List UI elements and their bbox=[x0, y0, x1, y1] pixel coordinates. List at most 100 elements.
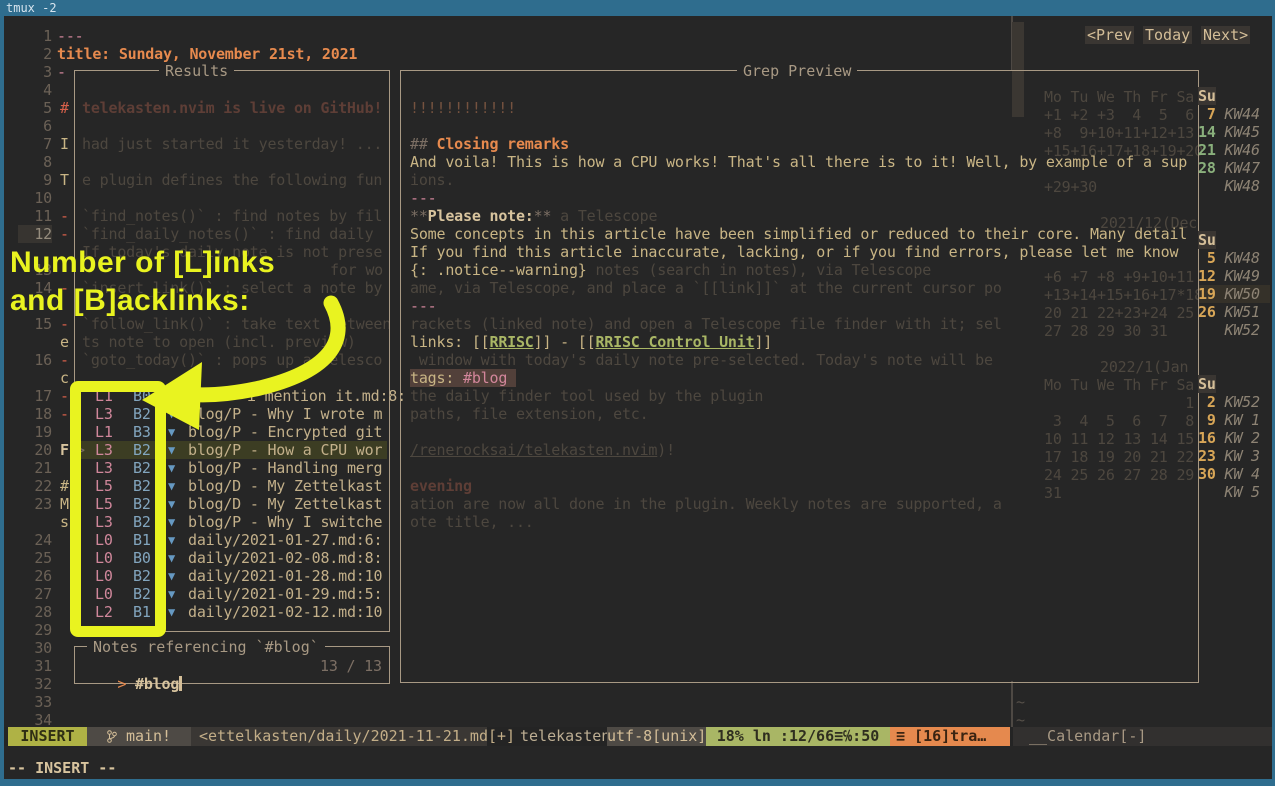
calendar-day[interactable] bbox=[1198, 321, 1216, 339]
calendar-week-number: KW52 bbox=[1216, 393, 1260, 411]
down-arrow-icon: ▼ bbox=[168, 423, 175, 441]
statusbar: INSERT main! <ettelkasten/daily/2021-11-… bbox=[4, 727, 1272, 746]
result-item-label[interactable]: blog/P - Handling merg bbox=[188, 459, 382, 477]
calendar-day[interactable]: 16 bbox=[1198, 429, 1216, 447]
calendar-prev-button[interactable]: <Prev bbox=[1085, 26, 1134, 44]
calendar-day[interactable]: 7 bbox=[1198, 105, 1216, 123]
calendar-statusline: __Calendar[-] bbox=[1013, 727, 1272, 746]
buffer-margin-char: - bbox=[60, 225, 69, 243]
calendar-day[interactable]: 19 bbox=[1198, 285, 1216, 303]
result-item-label[interactable]: daily/2021-01-27.md:6: bbox=[188, 531, 382, 549]
text-span: paths, file extension, etc. bbox=[410, 405, 648, 423]
line-number: 9 bbox=[18, 171, 52, 189]
prompt-panel-title: Notes referencing `#blog` bbox=[87, 638, 325, 656]
annotation-text-line2: and [B]acklinks: bbox=[10, 284, 250, 318]
calendar-week-number: KW49 bbox=[1216, 267, 1260, 285]
result-item-label[interactable]: daily/2021-01-29.md:5: bbox=[188, 585, 382, 603]
calendar-day[interactable]: 23 bbox=[1198, 447, 1216, 465]
preview-line: paths, file extension, etc. bbox=[410, 405, 648, 423]
text-span: ote title, ... bbox=[410, 513, 534, 531]
calendar-day[interactable]: 5 bbox=[1198, 249, 1216, 267]
calendar-day[interactable]: 9 bbox=[1198, 411, 1216, 429]
calendar-sunday-header: Su bbox=[1198, 87, 1216, 105]
calendar-week-row: KW52 bbox=[1198, 321, 1260, 339]
preview-line: rackets (linked note) and open a Telesco… bbox=[410, 315, 1002, 333]
calendar-day[interactable]: 30 bbox=[1198, 465, 1216, 483]
down-arrow-icon: ▼ bbox=[168, 513, 175, 531]
text-span: ation are now all done in the plugin. We… bbox=[410, 495, 1002, 513]
result-item-label[interactable]: blog/P - How a CPU wor bbox=[188, 441, 382, 459]
tmux-window: tmux -2 <Prev Today Next> Results Grep P… bbox=[0, 0, 1275, 786]
calendar-day[interactable]: 14 bbox=[1198, 123, 1216, 141]
preview-line: --- bbox=[410, 297, 437, 315]
mode-indicator: INSERT bbox=[8, 727, 87, 746]
preview-line: evening bbox=[410, 477, 472, 495]
calendar-day[interactable]: 12 bbox=[1198, 267, 1216, 285]
calendar-week-number: KW48 bbox=[1216, 177, 1260, 195]
calendar-week-number: KW48 bbox=[1216, 249, 1260, 267]
text-span: ions. bbox=[410, 171, 454, 189]
result-item-label[interactable]: blog/D - My Zettelkast bbox=[188, 477, 382, 495]
down-arrow-icon: ▼ bbox=[168, 441, 175, 459]
calendar-today-button[interactable]: Today bbox=[1143, 26, 1192, 44]
prompt-caret: > bbox=[117, 675, 126, 693]
preview-line: ation are now all done in the plugin. We… bbox=[410, 495, 1002, 513]
buffer-margin-char: F bbox=[60, 441, 69, 459]
text-span: ]] bbox=[754, 333, 772, 351]
calendar-day[interactable]: 21 bbox=[1198, 141, 1216, 159]
line-number: 29 bbox=[18, 621, 52, 639]
search-query[interactable]: #blog bbox=[135, 675, 179, 693]
down-arrow-icon: ▼ bbox=[168, 387, 175, 405]
preview-line: ote title, ... bbox=[410, 513, 534, 531]
buffer-margin-char: # bbox=[60, 477, 69, 495]
line-number: 3 bbox=[18, 63, 52, 81]
result-item-label[interactable]: daily/2021-02-08.md:8: bbox=[188, 549, 382, 567]
search-prompt[interactable]: > #blog bbox=[82, 657, 182, 711]
text-span: ]] - [[ bbox=[534, 333, 596, 351]
calendar-day[interactable] bbox=[1198, 177, 1216, 195]
down-arrow-icon: ▼ bbox=[168, 531, 175, 549]
text-span: ame, via Telescope, and place a `[[link]… bbox=[410, 279, 1002, 297]
text-span: ** bbox=[534, 207, 552, 225]
preview-line: ## Closing remarks bbox=[410, 135, 569, 153]
calendar-week-row: 21 KW46 bbox=[1198, 141, 1260, 159]
text-span: evening bbox=[410, 477, 472, 495]
grep-preview-title: Grep Preview bbox=[737, 62, 857, 80]
calendar-day[interactable]: 26 bbox=[1198, 303, 1216, 321]
result-item-label[interactable]: blog/D - My Zettelkast bbox=[188, 495, 382, 513]
text-span: And voila! This is how a CPU works! That… bbox=[410, 153, 1187, 171]
calendar-day[interactable] bbox=[1198, 483, 1216, 501]
preview-line: the daily finder tool used by the plugin bbox=[410, 387, 763, 405]
down-arrow-icon: ▼ bbox=[168, 549, 175, 567]
calendar-week-number: KW51 bbox=[1216, 303, 1260, 321]
text-span: /renerocksai/telekasten.nvim bbox=[410, 441, 657, 459]
text-span: {: .notice--warning} bbox=[410, 261, 587, 279]
text-span: Please note: bbox=[428, 207, 534, 225]
buffer-margin-char: - bbox=[60, 387, 69, 405]
result-item-label[interactable]: daily/2021-02-12.md:10 bbox=[188, 603, 382, 621]
preview-line: tags: #blog bbox=[410, 369, 516, 387]
annotation-highlight-box bbox=[70, 381, 166, 637]
text-span: rackets (linked note) and open a Telesco… bbox=[410, 315, 1002, 333]
line-number: 23 bbox=[18, 495, 52, 513]
line-number: 20 bbox=[18, 441, 52, 459]
result-item-label[interactable]: daily/2021-01-28.md:10 bbox=[188, 567, 382, 585]
calendar-day[interactable]: 28 bbox=[1198, 159, 1216, 177]
text-span: RRISC Control Unit bbox=[595, 333, 754, 351]
encoding-segment: utf-8[unix] bbox=[607, 727, 706, 746]
calendar-week-row: 23 KW 3 bbox=[1198, 447, 1260, 465]
text-cursor bbox=[179, 676, 182, 691]
file-name-segment: <ettelkasten/daily/2021-11-21.md[+] bbox=[191, 727, 487, 746]
text-span: notes (search in notes), via Telescope bbox=[587, 261, 931, 279]
result-item-label[interactable]: i mention it.md:8: bbox=[247, 387, 406, 405]
preview-line: !!!!!!!!!!!! bbox=[410, 99, 516, 117]
buffer-margin-char: I bbox=[60, 135, 69, 153]
calendar-day[interactable]: 2 bbox=[1198, 393, 1216, 411]
result-item-label[interactable]: blog/P - Why I wrote m bbox=[188, 405, 382, 423]
line-number: 27 bbox=[18, 585, 52, 603]
calendar-next-button[interactable]: Next> bbox=[1201, 26, 1250, 44]
empty-line-tilde: ~ bbox=[1016, 693, 1025, 711]
preview-line: And voila! This is how a CPU works! That… bbox=[410, 153, 1187, 171]
result-item-label[interactable]: blog/P - Encrypted git bbox=[188, 423, 382, 441]
result-item-label[interactable]: blog/P - Why I switche bbox=[188, 513, 382, 531]
